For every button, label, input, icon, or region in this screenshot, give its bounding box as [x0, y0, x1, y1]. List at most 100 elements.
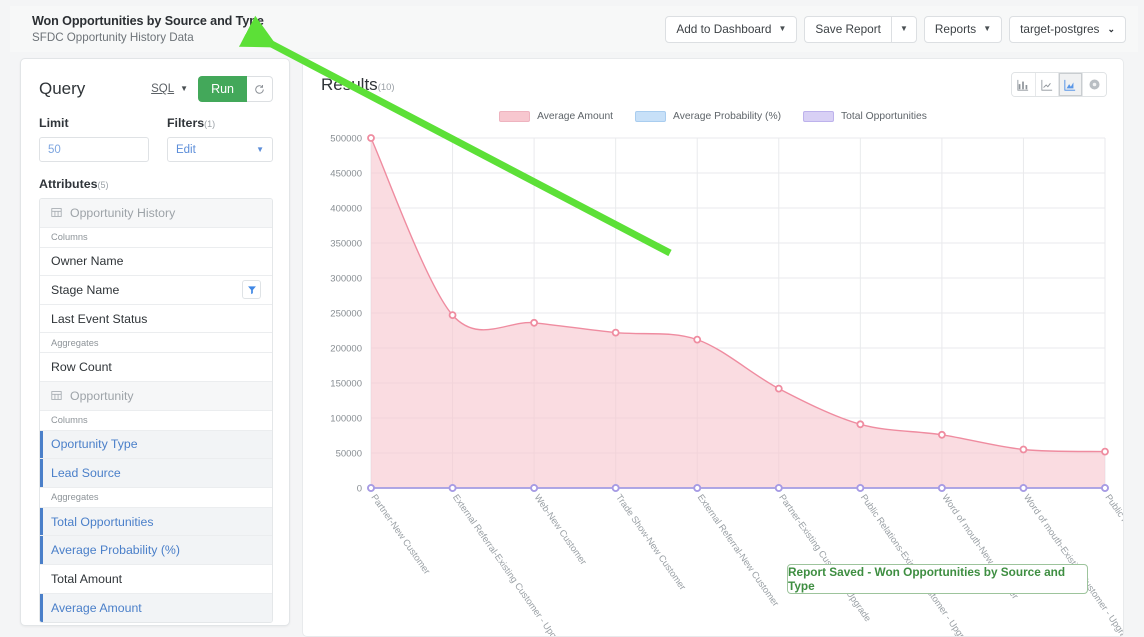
attribute-item[interactable]: Total Opportunities — [40, 507, 272, 537]
chart-container: 0 50000 100000 150000 200000 250000 300000 3500… — [303, 126, 1144, 637]
attribute-item-label: Lead Source — [51, 465, 121, 480]
data-point[interactable] — [530, 484, 539, 492]
attribute-item[interactable]: Owner Name — [40, 247, 272, 277]
query-fields: Limit 50 Filters(1) Edit ▼ — [21, 102, 289, 162]
data-point[interactable] — [937, 430, 946, 439]
data-point[interactable] — [1101, 484, 1109, 492]
attribute-item-label: Total Opportunities — [51, 514, 154, 529]
results-title-block: Results(10) — [321, 75, 395, 95]
data-point[interactable] — [448, 311, 457, 320]
run-label: Run — [211, 82, 234, 96]
legend-item[interactable]: Total Opportunities — [803, 111, 927, 122]
sql-link-label: SQL — [151, 83, 175, 95]
attribute-item-label: Last Event Status — [51, 311, 148, 326]
attribute-item-label: Row Count — [51, 360, 112, 375]
line-chart-icon[interactable] — [1035, 73, 1059, 96]
data-point[interactable] — [448, 484, 457, 492]
attribute-item[interactable]: Average Amount — [40, 593, 272, 623]
legend-label: Total Opportunities — [841, 111, 927, 122]
table-icon — [51, 390, 62, 401]
chart-legend: Average Amount Average Probability (%) Tot… — [303, 111, 1123, 122]
attribute-item[interactable]: Oportunity Type — [40, 430, 272, 460]
attribute-item[interactable]: Last Event Status — [40, 304, 272, 334]
results-title: Results — [321, 74, 378, 94]
data-point[interactable] — [856, 420, 865, 429]
attribute-section-label: Columns — [40, 410, 272, 431]
query-header: Query SQL ▼ Run — [21, 59, 289, 102]
attribute-item[interactable]: Average Probability (%) — [40, 536, 272, 565]
attribute-item-label: Owner Name — [51, 254, 124, 269]
save-report-group: Save Report ▼ — [804, 15, 917, 43]
attribute-item[interactable]: Lead Source — [40, 459, 272, 488]
data-point[interactable] — [693, 484, 702, 492]
area-chart-icon[interactable] — [1059, 73, 1083, 96]
data-point[interactable] — [530, 318, 539, 327]
data-point[interactable] — [611, 484, 620, 492]
attribute-table-header[interactable]: Opportunity History — [40, 199, 272, 228]
toast-notification: Report Saved - Won Opportunities by Sour… — [787, 564, 1088, 594]
y-axis-tick-label: 250000 — [330, 309, 362, 320]
limit-label: Limit — [39, 116, 69, 130]
attribute-item[interactable]: Stage Name — [40, 276, 272, 305]
reports-label: Reports — [934, 22, 977, 36]
run-button[interactable]: Run — [198, 76, 247, 102]
y-axis-tick-label: 400000 — [330, 204, 362, 215]
legend-item[interactable]: Average Amount — [499, 111, 613, 122]
filter-button[interactable] — [242, 280, 261, 300]
chart-type-toggle — [1011, 72, 1107, 97]
y-axis-tick-label: 350000 — [330, 239, 362, 250]
data-point[interactable] — [367, 484, 375, 492]
x-axis-tick-label: Partner-New Customer — [369, 492, 432, 576]
query-actions: SQL ▼ Run — [151, 76, 273, 102]
y-axis-tick-label: 0 — [357, 484, 362, 495]
add-to-dashboard-button[interactable]: Add to Dashboard ▼ — [665, 15, 798, 43]
data-point[interactable] — [611, 328, 620, 337]
legend-swatch — [803, 111, 835, 122]
save-report-button[interactable]: Save Report — [804, 15, 891, 43]
data-point[interactable] — [856, 484, 865, 492]
add-to-dashboard-label: Add to Dashboard — [676, 22, 772, 36]
y-axis-tick-label: 200000 — [330, 344, 362, 355]
y-axis-tick-label: 450000 — [330, 169, 362, 180]
attributes-count: (5) — [97, 180, 109, 190]
data-point[interactable] — [1019, 484, 1028, 492]
data-point[interactable] — [774, 384, 783, 393]
sql-mode-selector[interactable]: SQL ▼ — [151, 83, 188, 95]
limit-input[interactable]: 50 — [39, 137, 149, 162]
data-point[interactable] — [367, 134, 375, 142]
data-point[interactable] — [937, 484, 946, 492]
refresh-button[interactable] — [247, 76, 273, 102]
chevron-down-icon: ▼ — [983, 24, 992, 33]
save-report-label: Save Report — [815, 22, 881, 36]
legend-item[interactable]: Average Probability (%) — [635, 111, 781, 122]
data-point[interactable] — [1019, 445, 1028, 454]
run-group: Run — [198, 76, 273, 102]
filters-edit-dropdown[interactable]: Edit ▼ — [166, 137, 273, 162]
attribute-table-header[interactable]: Opportunity — [40, 381, 272, 411]
attribute-item[interactable]: Total Amount — [40, 564, 272, 594]
bar-chart-icon[interactable] — [1012, 73, 1036, 96]
attributes-label: Attributes — [39, 177, 98, 191]
y-axis-tick-label: 500000 — [330, 134, 362, 145]
y-axis-tick-label: 100000 — [330, 414, 362, 425]
y-axis-tick-label: 50000 — [336, 449, 362, 460]
x-axis-tick-label: Public Relations-New Customer — [1103, 492, 1123, 605]
attributes-header: Attributes(5) — [21, 162, 289, 198]
datasource-label: target-postgres — [1020, 22, 1100, 36]
data-point[interactable] — [693, 335, 702, 344]
app-root: Won Opportunities by Source and Type SFD… — [0, 0, 1144, 637]
x-axis-tick-label: Trade Show-New Customer — [614, 492, 688, 591]
x-axis-tick-label: External Referral-New Customer — [696, 492, 781, 608]
attribute-item[interactable]: Row Count — [40, 353, 272, 382]
data-point[interactable] — [1101, 447, 1109, 456]
chevron-down-icon: ▼ — [256, 144, 264, 154]
area-chart: 0 50000 100000 150000 200000 250000 300000 3500… — [330, 134, 1144, 637]
data-point[interactable] — [774, 484, 783, 492]
page-title: Won Opportunities by Source and Type — [32, 14, 264, 28]
legend-swatch — [635, 111, 667, 122]
reports-button[interactable]: Reports ▼ — [923, 15, 1003, 43]
save-report-dropdown-button[interactable]: ▼ — [890, 15, 917, 43]
datasource-selector[interactable]: target-postgres ⌄ — [1009, 15, 1126, 43]
settings-icon[interactable] — [1082, 73, 1106, 96]
filters-count: (1) — [204, 119, 216, 129]
